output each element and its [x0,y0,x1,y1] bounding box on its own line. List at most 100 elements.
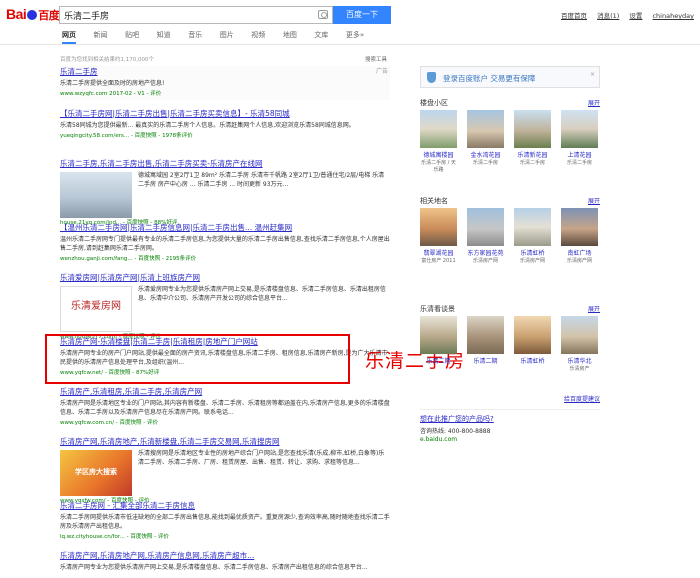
camera-icon[interactable] [318,10,328,19]
tab-map[interactable]: 地图 [283,30,297,42]
result-url[interactable]: www.yqfcw.com.cn/ - 百度快照 - 评价 [60,418,390,426]
grid-item-label[interactable]: 翡翠湖花园 [420,248,457,257]
result-thumbnail[interactable]: 乐清爱房网 [60,286,132,332]
place-photo[interactable] [420,208,457,246]
grid-item-label[interactable]: 上清花园 [561,150,598,159]
top-links: 百度首页 消息(1) 设置 chinaheyday [553,10,694,20]
grid-item-sub: 乐清房产网 [566,258,592,264]
grid-item[interactable]: 乐清虹桥 [514,316,551,365]
tab-web[interactable]: 网页 [62,30,76,44]
expand-link-estates[interactable]: 展开 [588,98,600,107]
result-title[interactable]: 乐清二手房 [60,66,390,77]
view-photo[interactable] [420,316,457,354]
result-title[interactable]: 乐清房产,乐清租房,乐清二手房,乐清房产网 [60,386,390,397]
grid-item-label[interactable]: 德城寓楼园 [420,150,457,159]
promo-link[interactable]: 想在此推广您的产品吗? [420,414,600,424]
search-box[interactable] [59,6,333,24]
result-url[interactable]: lq.wz.cityhouse.cn/for... - 百度快照 - 评价 [60,532,390,540]
grid-item[interactable]: 乐清新花园 乐清二手房 [514,110,551,167]
link-home[interactable]: 百度首页 [561,12,587,20]
grid-item[interactable]: 乐清二期 [420,316,457,365]
view-photo[interactable] [561,316,598,354]
result-url[interactable]: yueqingcity.58.com/ers... - 百度快照 - 1978条… [60,131,390,139]
grid-item[interactable]: 乐清虹桥 乐清房产网 [514,208,551,265]
tab-tieba[interactable]: 贴吧 [125,30,139,42]
result-title[interactable]: 乐清爱房网|乐清房产网|乐清上班族房产网 [60,272,390,283]
divider [0,44,700,45]
tab-music[interactable]: 音乐 [188,30,202,42]
tab-video[interactable]: 视频 [251,30,265,42]
ad-label: 广告 [375,68,388,75]
expand-link-views[interactable]: 展开 [588,304,600,313]
result-thumbnail[interactable]: 学区房大搜索 [60,450,132,496]
grid-item[interactable]: 乐清二期 [467,316,504,365]
search-input[interactable] [60,7,300,23]
search-button[interactable]: 百度一下 [333,6,391,24]
grid-item-label[interactable]: 乐清华北 [561,356,598,365]
result-title[interactable]: 【乐清二手房网|乐清二手房出售|乐清二手房买卖信息】- 乐清58同城 [60,108,390,119]
result-item: 【乐清二手房网|乐清二手房出售|乐清二手房买卖信息】- 乐清58同城 乐清58同… [60,108,390,139]
grid-item-sub: 乐清二手房 [519,160,545,166]
estate-photo[interactable] [514,110,551,148]
result-body: 乐清58同城为您提供最新... 最真实的乐清二手房个人信息。乐清赶集网个人信息,… [60,122,355,129]
place-photo[interactable] [514,208,551,246]
grid-item[interactable]: 东方家园花苑 乐清房产网 [467,208,504,265]
sidebar-footer: 给百度提建议 想在此推广您的产品吗? 咨询热线: 400-800-8888 e.… [420,394,600,443]
grid-item-sub: 乐清房产网 [519,258,545,264]
grid-item-label[interactable]: 金水湾花园 [467,150,504,159]
grid-item-sub: 乐清房产 [569,366,590,372]
grid-item-label[interactable]: 乐清虹桥 [514,356,551,365]
tab-more[interactable]: 更多» [346,30,364,42]
result-title[interactable]: 乐清房产网,乐清房地产,乐清新楼盘,乐清二手房交易网,乐清搜房网 [60,436,390,447]
hotline-text: 咨询热线: 400-800-8888 [420,428,491,435]
shield-icon [427,72,436,83]
view-photo[interactable] [514,316,551,354]
grid-item-sub: 乐清二手房 [566,160,592,166]
grid-item[interactable]: 翡翠湖花园 富仕房产 2011 [420,208,457,265]
link-messages[interactable]: 消息(1) [597,12,619,20]
result-item: 【温州乐清二手房网|乐清二手房信息网|乐清二手房出售... 温州赶集网 温州乐清… [60,222,390,262]
result-title[interactable]: 【温州乐清二手房网|乐清二手房信息网|乐清二手房出售... 温州赶集网 [60,222,390,233]
grid-item-label[interactable]: 东方家园花苑 [467,248,504,257]
result-body: 乐清二手房提供全面及时的房地产信息! [60,80,165,87]
feedback-link[interactable]: 给百度提建议 [420,394,600,403]
search-tools[interactable]: 搜索工具 [365,55,387,63]
estate-photo[interactable] [467,110,504,148]
grid-item[interactable]: 德城寓楼园 乐清二手房 / 天乐路 [420,110,457,174]
result-thumbnail[interactable] [60,172,132,218]
result-title[interactable]: 乐清房产网,乐清房地产网,乐清房产信息网,乐清房产超市... [60,550,390,561]
grid-item-label[interactable]: 南虹广场 [561,248,598,257]
login-banner[interactable]: 登录百度账户 交易更有保障 × [420,66,600,88]
estate-photo[interactable] [561,110,598,148]
place-photo[interactable] [561,208,598,246]
tab-wenku[interactable]: 文库 [314,30,328,42]
expand-link-places[interactable]: 展开 [588,196,600,205]
grid-item-label[interactable]: 乐清新花园 [514,150,551,159]
grid-item-label[interactable]: 乐清虹桥 [514,248,551,257]
result-url[interactable]: www.wzyqfc.com 2017-02 - V1 - 评价 [60,89,390,97]
link-user[interactable]: chinaheyday [652,12,694,20]
divider [420,409,600,410]
result-body: 乐清房产网专业为您提供乐清房产网上交易,是乐清楼盘信息、乐清二手房信息、乐清房产… [60,564,368,571]
grid-item[interactable]: 金水湾花园 乐清二手房 [467,110,504,167]
result-title[interactable]: 乐清二手房网 - 汇集全部乐清二手房信息 [60,500,390,511]
link-settings[interactable]: 设置 [629,12,642,20]
close-icon[interactable]: × [590,71,595,78]
grid-item-label[interactable]: 乐清二期 [467,356,504,365]
tab-news[interactable]: 新闻 [94,30,108,42]
result-url[interactable]: wenzhou.ganji.com/fang... - 百度快照 - 2195条… [60,254,390,262]
baidu-logo[interactable]: Bai 百度 [6,6,60,23]
login-text[interactable]: 登录百度账户 交易更有保障 [443,73,535,84]
grid-item[interactable]: 上清花园 乐清二手房 [561,110,598,167]
promo-domain[interactable]: e.baidu.com [420,436,600,443]
tab-images[interactable]: 图片 [220,30,234,42]
logo-text-cn: 百度 [38,10,60,22]
place-photo[interactable] [467,208,504,246]
grid-item-label[interactable]: 乐清二期 [420,356,457,365]
tab-zhidao[interactable]: 知道 [157,30,171,42]
view-photo[interactable] [467,316,504,354]
estate-photo[interactable] [420,110,457,148]
result-title[interactable]: 乐清二手房,乐清二手房出售,乐清二手房买卖-乐清房产在线网 [60,158,390,169]
grid-item[interactable]: 乐清华北 乐清房产 [561,316,598,373]
grid-item[interactable]: 南虹广场 乐清房产网 [561,208,598,265]
